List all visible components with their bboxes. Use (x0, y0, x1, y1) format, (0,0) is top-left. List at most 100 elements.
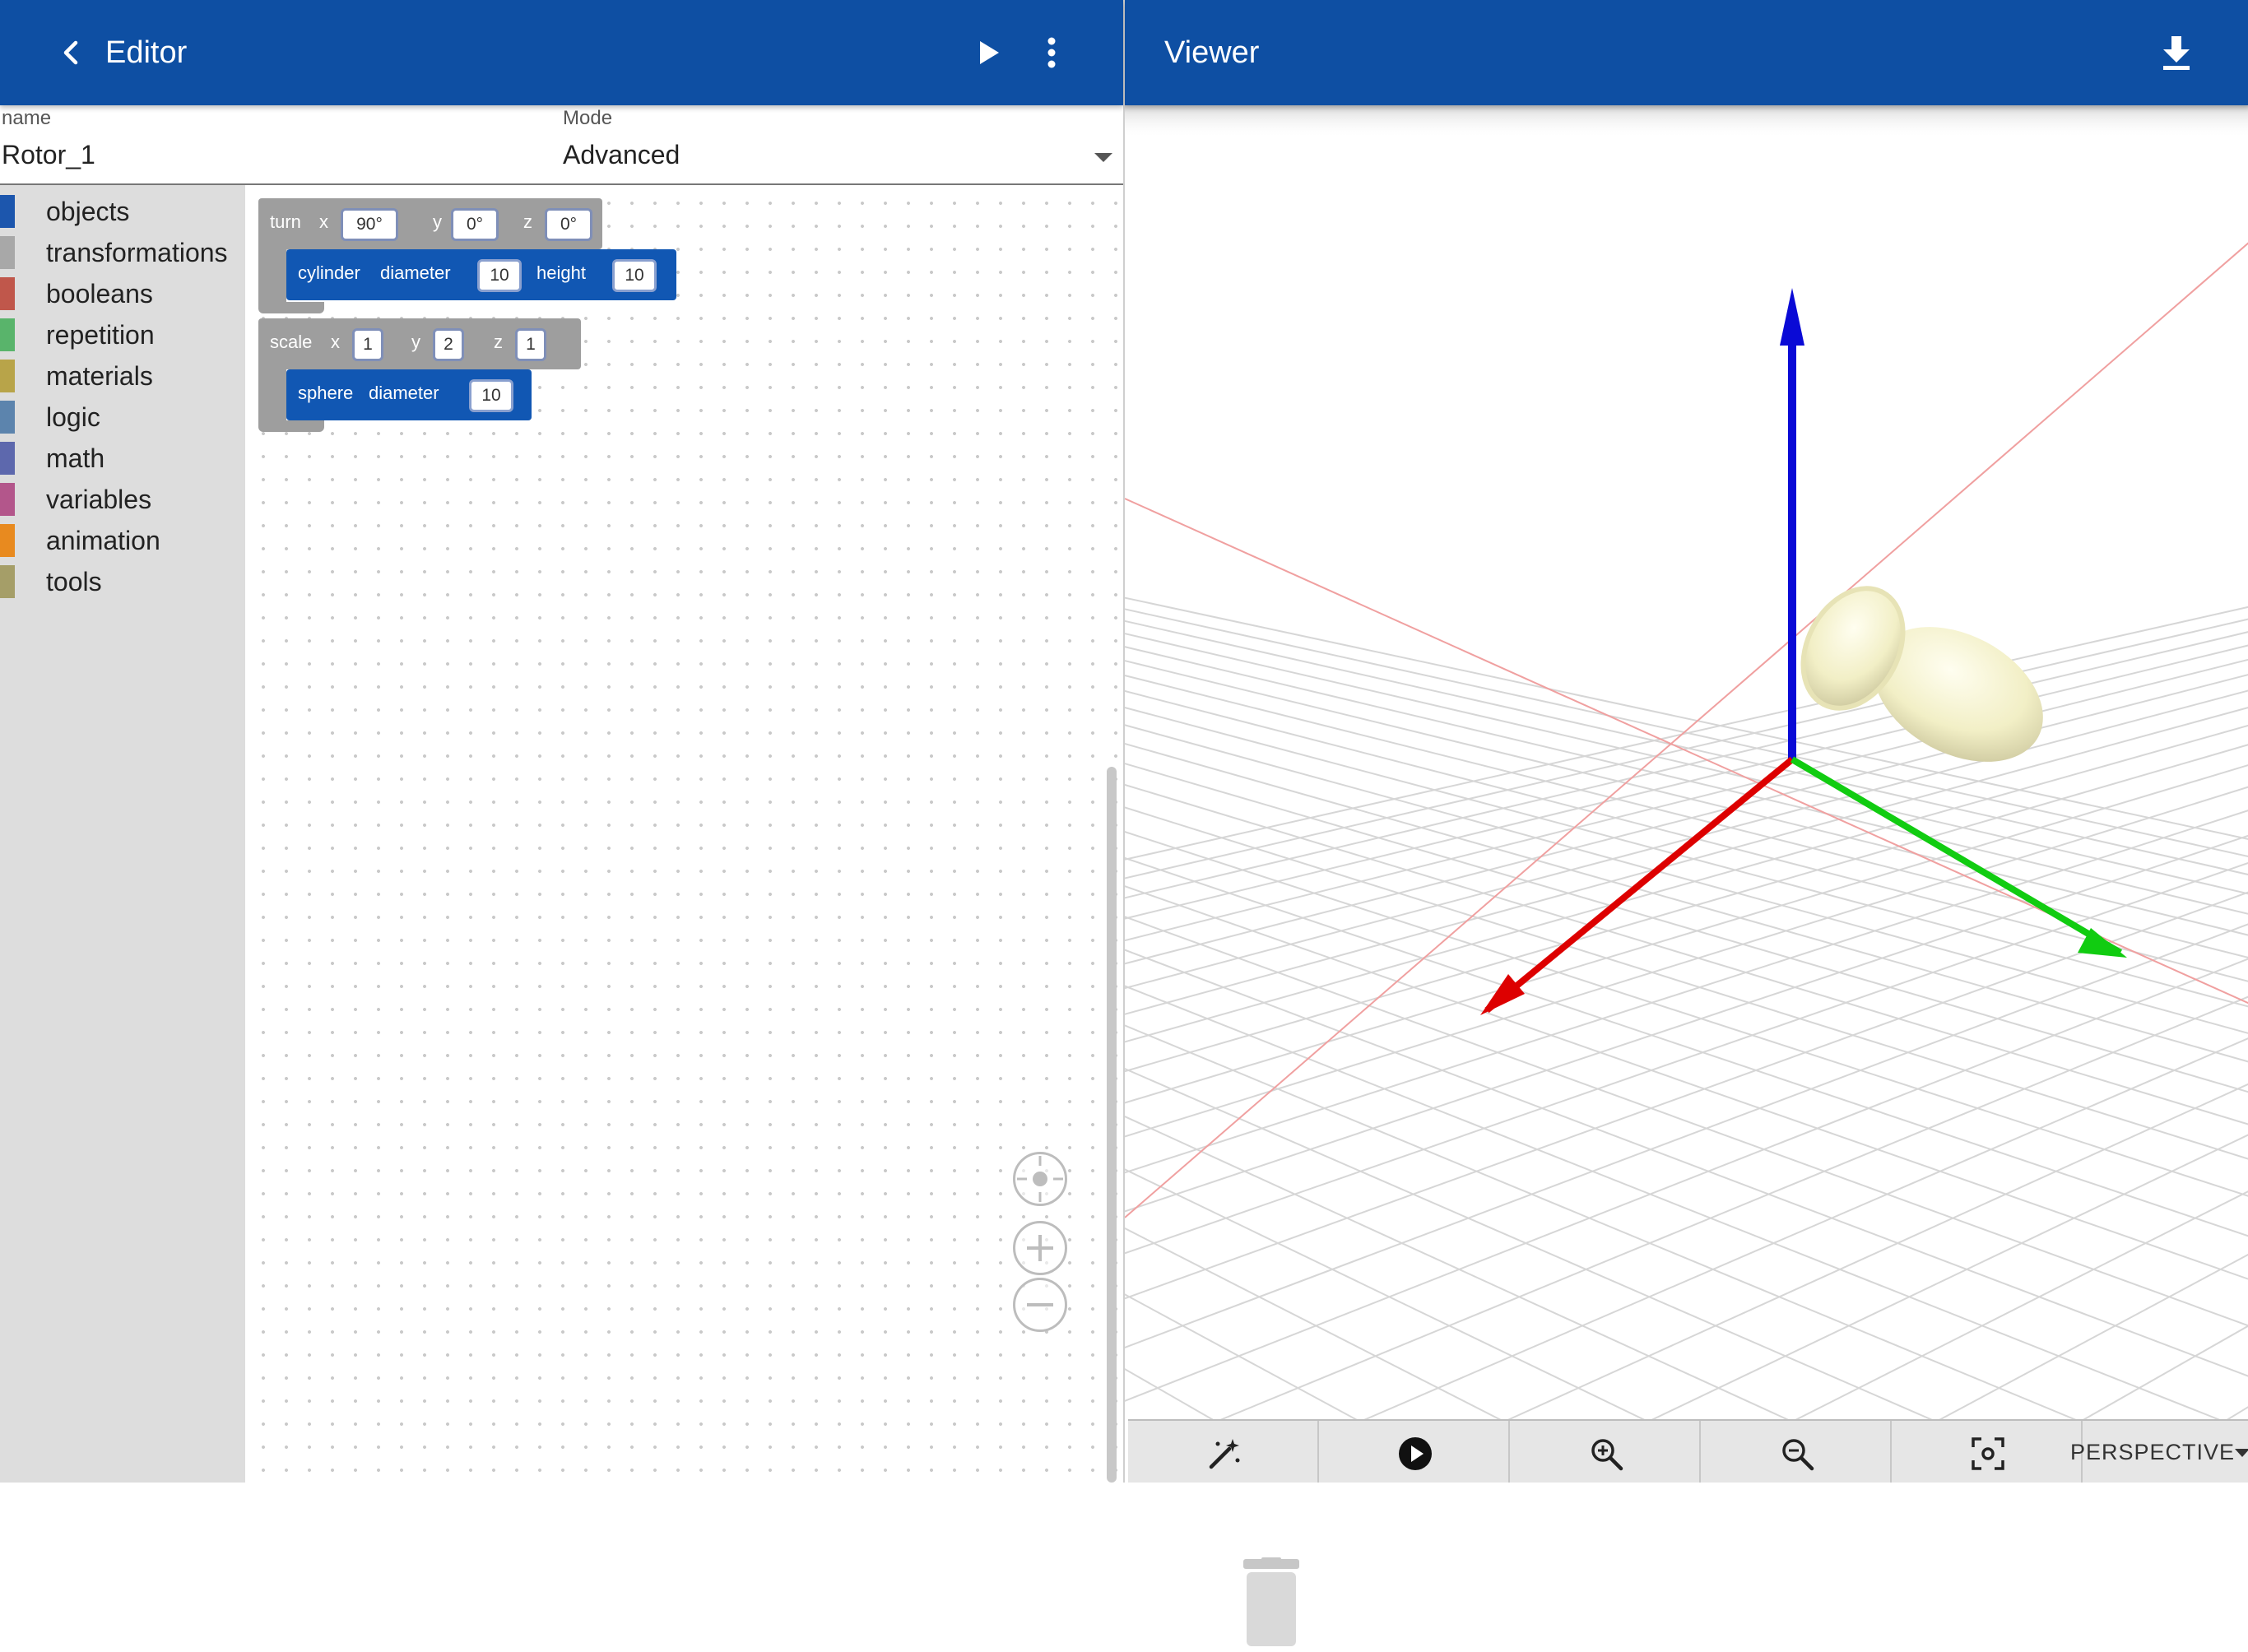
scale-y-label: y (411, 332, 420, 352)
projection-select[interactable]: PERSPECTIVE (2070, 1421, 2235, 1483)
zoom-in-view-button[interactable] (1510, 1421, 1701, 1483)
cylinder-height-input[interactable]: 10 (612, 259, 657, 292)
target-icon (1017, 1156, 1063, 1202)
zoom-out-icon (1782, 1439, 1814, 1471)
category-label: animation (46, 526, 160, 555)
scale-block-arm (258, 363, 286, 429)
turn-block[interactable]: turn x 90° y 0° z 0° (258, 198, 602, 249)
category-label: objects (46, 197, 130, 226)
scale-block[interactable]: scale x 1 y 2 z 1 (258, 318, 581, 369)
turn-x-input[interactable]: 90° (341, 208, 398, 241)
cylinder-height-label: height (536, 262, 586, 283)
category-materials[interactable]: materials (0, 356, 245, 394)
scale-z-input[interactable]: 1 (515, 328, 546, 361)
trash-icon[interactable] (1240, 1557, 1303, 1648)
dropdown-arrow-icon[interactable] (1094, 153, 1112, 162)
sphere-block[interactable]: sphere diameter 10 (286, 369, 532, 420)
category-booleans[interactable]: booleans (0, 274, 245, 312)
auto-fit-button[interactable] (1128, 1421, 1319, 1483)
back-button[interactable] (51, 33, 91, 72)
category-label: booleans (46, 279, 153, 309)
screenshot-button[interactable] (1892, 1421, 2083, 1483)
zoom-out-button[interactable] (1013, 1278, 1067, 1332)
turn-y-input[interactable]: 0° (451, 208, 499, 241)
viewer-title: Viewer (1164, 35, 1260, 70)
category-label: math (46, 443, 105, 473)
category-swatch (0, 236, 15, 269)
play-animation-button[interactable] (1319, 1421, 1510, 1483)
3d-viewport[interactable] (1125, 105, 2248, 1422)
category-label: repetition (46, 320, 155, 350)
turn-block-arm (258, 243, 286, 309)
scale-x-label: x (331, 332, 340, 352)
viewer-app-bar: Viewer (1125, 0, 2248, 105)
category-swatch (0, 195, 15, 228)
turn-block-label: turn (270, 211, 301, 232)
download-button[interactable] (2155, 31, 2198, 74)
cylinder-block[interactable]: cylinder diameter 10 height 10 (286, 249, 676, 300)
dropdown-arrow-icon[interactable] (2235, 1449, 2248, 1457)
category-transformations[interactable]: transformations (0, 233, 245, 271)
name-input[interactable] (2, 140, 528, 170)
sphere-diameter-label: diameter (369, 383, 439, 403)
download-icon (2163, 36, 2190, 70)
turn-block-foot (258, 302, 324, 313)
zoom-out-view-button[interactable] (1701, 1421, 1892, 1483)
category-label: variables (46, 485, 152, 514)
cylinder-block-label: cylinder (298, 262, 360, 283)
category-logic[interactable]: logic (0, 397, 245, 435)
category-animation[interactable]: animation (0, 521, 245, 559)
block-toolbox: objects transformations booleans repetit… (0, 185, 245, 1483)
editor-title: Editor (105, 35, 188, 70)
scale-y-input[interactable]: 2 (433, 328, 464, 361)
editor-app-bar: Editor (0, 0, 1123, 105)
run-button[interactable] (968, 33, 1007, 72)
horizon-haze (1125, 105, 2248, 138)
turn-z-input[interactable]: 0° (545, 208, 592, 241)
plus-icon (1027, 1235, 1053, 1261)
magic-wand-icon (1209, 1439, 1240, 1469)
category-swatch (0, 565, 15, 598)
category-swatch (0, 360, 15, 392)
category-repetition[interactable]: repetition (0, 315, 245, 353)
play-circle-icon (1399, 1437, 1432, 1470)
recenter-button[interactable] (1013, 1152, 1067, 1206)
category-objects[interactable]: objects (0, 192, 245, 230)
cylinder-diameter-input[interactable]: 10 (477, 259, 522, 292)
category-swatch (0, 524, 15, 557)
turn-z-label: z (523, 211, 532, 232)
viewer-toolbar: PERSPECTIVE (1128, 1419, 2248, 1483)
more-options-button[interactable] (1032, 33, 1071, 72)
chevron-left-icon (63, 40, 78, 65)
category-label: logic (46, 402, 100, 432)
turn-y-label: y (433, 211, 442, 232)
turn-x-label: x (319, 211, 328, 232)
category-swatch (0, 318, 15, 351)
scale-z-label: z (494, 332, 503, 352)
workspace-scrollbar[interactable] (1107, 767, 1117, 1483)
scale-block-foot (258, 420, 324, 432)
category-math[interactable]: math (0, 439, 245, 476)
project-form: name Mode Advanced (0, 105, 1123, 185)
category-tools[interactable]: tools (0, 562, 245, 600)
sphere-block-label: sphere (298, 383, 354, 403)
category-label: transformations (46, 238, 228, 267)
mode-select[interactable]: Advanced (563, 140, 1073, 170)
mode-label: Mode (563, 107, 613, 129)
scale-x-input[interactable]: 1 (352, 328, 383, 361)
category-label: tools (46, 567, 102, 596)
category-swatch (0, 277, 15, 310)
zoom-in-button[interactable] (1013, 1221, 1067, 1275)
sphere-diameter-input[interactable]: 10 (469, 379, 513, 412)
more-vertical-icon (1047, 37, 1056, 68)
category-swatch (0, 483, 15, 516)
minus-icon (1027, 1303, 1053, 1306)
zoom-in-icon (1591, 1439, 1623, 1471)
category-label: materials (46, 361, 153, 391)
block-workspace[interactable]: turn x 90° y 0° z 0° cylinder diameter 1… (245, 185, 1299, 1646)
name-label: name (2, 107, 52, 129)
cylinder-diameter-label: diameter (380, 262, 451, 283)
viewer-pane: Viewer PERSPECTIVE (1123, 0, 2248, 1483)
center-focus-icon (1972, 1437, 2004, 1470)
category-variables[interactable]: variables (0, 480, 245, 517)
